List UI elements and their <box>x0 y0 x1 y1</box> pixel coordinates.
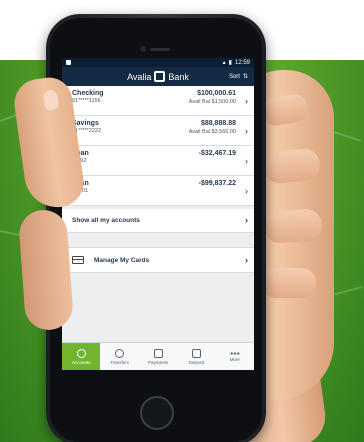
tab-label: Payments <box>148 359 169 365</box>
dollar-icon <box>76 348 86 358</box>
hand-lower <box>17 208 75 332</box>
available-balance: Avail Bal $3,566.00 <box>188 129 236 135</box>
show-all-label: Show all my accounts <box>72 217 140 224</box>
app-header: Avalia Bank Sort ⇅ <box>62 67 254 86</box>
credit-card-icon <box>72 256 84 264</box>
show-all-accounts-button[interactable]: Show all my accounts › <box>62 209 254 233</box>
signal-icon: ▴ <box>222 60 226 66</box>
sort-button[interactable]: Sort ⇅ <box>229 67 248 86</box>
manage-cards-label: Manage My Cards <box>94 256 150 264</box>
status-time: 12:59 <box>234 59 250 66</box>
manage-cards-button[interactable]: Manage My Cards › <box>62 247 254 273</box>
sort-arrows-icon: ⇅ <box>242 74 248 80</box>
account-number: *95-01 <box>72 188 236 194</box>
earpiece <box>150 48 170 51</box>
account-balance: $100,000.61 <box>197 90 236 97</box>
account-balance: $88,888.88 <box>200 120 236 127</box>
brand-name-part1: Avalia <box>127 71 152 82</box>
account-row[interactable]: Savings 81*****2222 $88,888.88 Avail Bal… <box>62 116 254 146</box>
chevron-right-icon: › <box>245 96 248 106</box>
account-balance: -$99,837.22 <box>198 180 236 187</box>
bottom-tab-bar: Accounts Transfers Payments Deposit More <box>62 342 254 370</box>
accounts-list: Checking 91*****1156 $100,000.61 Avail B… <box>62 86 254 273</box>
brand-mark-icon <box>154 71 166 82</box>
account-balance: -$32,467.19 <box>198 150 236 157</box>
chevron-right-icon: › <box>245 156 248 166</box>
finger <box>262 208 324 244</box>
chevron-right-icon: › <box>245 126 248 136</box>
account-row[interactable]: Loan *95-01 -$99,837.22 › <box>62 176 254 206</box>
battery-icon: ▮ <box>228 60 232 66</box>
account-row[interactable]: Loan *7892 -$32,467.19 › <box>62 146 254 176</box>
chevron-right-icon: › <box>245 186 248 196</box>
chevron-right-icon: › <box>245 255 248 265</box>
tab-transfers[interactable]: Transfers <box>100 343 138 370</box>
phone-screen: ▴ ▮ 12:59 Avalia Bank Sort ⇅ Checking 91… <box>62 58 254 370</box>
home-button[interactable] <box>140 396 174 430</box>
status-bar: ▴ ▮ 12:59 <box>62 58 254 67</box>
front-camera <box>140 46 146 52</box>
more-dots-icon <box>229 351 240 355</box>
tab-accounts[interactable]: Accounts <box>62 343 101 370</box>
sort-label: Sort <box>228 73 240 80</box>
finger <box>262 268 316 298</box>
account-number: *7892 <box>72 158 236 164</box>
brand-logo: Avalia Bank <box>127 71 189 82</box>
available-balance: Avail Bal $1,500.00 <box>188 99 236 105</box>
tab-more[interactable]: More <box>216 343 254 370</box>
tab-label: More <box>229 356 240 362</box>
notification-icon <box>66 60 71 65</box>
chevron-right-icon: › <box>245 215 248 225</box>
account-row[interactable]: Checking 91*****1156 $100,000.61 Avail B… <box>62 86 254 116</box>
tab-label: Transfers <box>110 359 130 365</box>
payments-icon <box>153 348 163 358</box>
tab-label: Accounts <box>71 359 91 365</box>
status-indicators: ▴ ▮ 12:59 <box>222 59 250 67</box>
tab-payments[interactable]: Payments <box>139 343 177 370</box>
tab-label: Deposit <box>188 359 205 365</box>
brand-name-part2: Bank <box>168 71 189 82</box>
transfer-icon <box>115 348 125 358</box>
tab-deposit[interactable]: Deposit <box>177 343 215 370</box>
deposit-icon <box>191 348 201 358</box>
